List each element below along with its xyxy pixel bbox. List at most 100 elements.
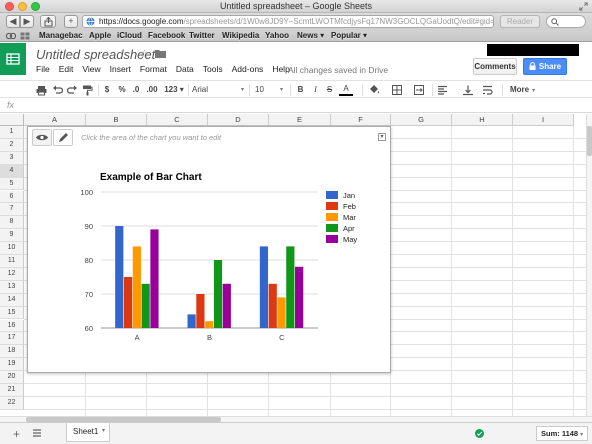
row-header[interactable]: 6 bbox=[0, 190, 24, 204]
undo-icon[interactable] bbox=[52, 84, 63, 96]
menu-tools[interactable]: Tools bbox=[203, 64, 223, 74]
font-family-dropdown[interactable]: Arial ▾ bbox=[192, 84, 244, 96]
redo-icon[interactable] bbox=[67, 84, 78, 96]
text-color-button[interactable]: A bbox=[339, 84, 353, 96]
font-size-dropdown[interactable]: 10 ▾ bbox=[255, 84, 283, 96]
row-header[interactable]: 8 bbox=[0, 216, 24, 230]
forward-button[interactable]: ▶ bbox=[20, 15, 34, 28]
row-header[interactable]: 14 bbox=[0, 293, 24, 307]
merge-cells-icon[interactable] bbox=[414, 84, 425, 96]
column-header[interactable]: F bbox=[331, 114, 391, 126]
column-header[interactable]: B bbox=[86, 114, 147, 126]
row-header[interactable]: 19 bbox=[0, 358, 24, 372]
select-all-corner[interactable] bbox=[0, 114, 24, 126]
fullscreen-icon[interactable] bbox=[579, 2, 588, 11]
vertical-scrollbar-thumb[interactable] bbox=[587, 126, 592, 156]
fill-color-icon[interactable] bbox=[368, 84, 380, 96]
formatting-toolbar: $ % .0 .00 123 ▾ Arial ▾ 10 ▾ B I S A More… bbox=[0, 80, 592, 98]
row-header[interactable]: 7 bbox=[0, 203, 24, 217]
row-header[interactable]: 20 bbox=[0, 371, 24, 384]
row-header[interactable]: 16 bbox=[0, 319, 24, 333]
currency-format-button[interactable]: $ bbox=[103, 84, 111, 96]
row-header[interactable]: 5 bbox=[0, 177, 24, 191]
share-button[interactable]: Share bbox=[523, 58, 567, 75]
bookmark-popular-folder[interactable]: Popular ▾ bbox=[331, 30, 367, 41]
menu-addons[interactable]: Add-ons bbox=[232, 64, 264, 74]
add-sheet-button[interactable]: + bbox=[13, 427, 20, 441]
document-title[interactable]: Untitled spreadsheet bbox=[36, 47, 155, 62]
address-bar[interactable]: https://docs.google.com/spreadsheets/d/1… bbox=[82, 15, 494, 28]
row-header[interactable]: 1 bbox=[0, 126, 24, 139]
embedded-chart[interactable]: Click the area of the chart you want to … bbox=[27, 126, 391, 373]
increase-decimal-button[interactable]: .00 bbox=[145, 84, 159, 96]
bookmark-news-folder[interactable]: News ▾ bbox=[297, 30, 324, 41]
row-header[interactable]: 22 bbox=[0, 396, 24, 410]
all-sheets-menu-icon[interactable] bbox=[32, 427, 42, 439]
row-header[interactable]: 11 bbox=[0, 255, 24, 268]
bookmark-icloud[interactable]: iCloud bbox=[117, 30, 142, 41]
row-header[interactable]: 2 bbox=[0, 138, 24, 152]
formula-bar[interactable]: fx bbox=[0, 99, 592, 113]
row-header[interactable]: 12 bbox=[0, 267, 24, 281]
sheet-tab-sheet1[interactable]: Sheet1 ▾ bbox=[66, 423, 110, 442]
menu-view[interactable]: View bbox=[82, 64, 100, 74]
menu-insert[interactable]: Insert bbox=[110, 64, 131, 74]
bookmark-managebac[interactable]: Managebac bbox=[39, 30, 83, 41]
bookmark-facebook[interactable]: Facebook bbox=[148, 30, 185, 41]
row-header[interactable]: 3 bbox=[0, 151, 24, 165]
bar-chart[interactable]: Example of Bar Chart 60 70 80 90 100 A B C Jan Feb… bbox=[28, 127, 392, 374]
column-header[interactable]: E bbox=[269, 114, 331, 126]
horizontal-align-icon[interactable] bbox=[437, 84, 449, 96]
menu-edit[interactable]: Edit bbox=[59, 64, 74, 74]
back-button[interactable]: ◀ bbox=[6, 15, 20, 28]
column-header[interactable]: C bbox=[147, 114, 208, 126]
share-page-button[interactable] bbox=[40, 15, 56, 28]
percent-format-button[interactable]: % bbox=[118, 84, 126, 96]
chevron-down-icon[interactable]: ▾ bbox=[102, 423, 105, 440]
sum-explore-dropdown[interactable]: Sum: 1148 ▾ bbox=[536, 426, 588, 441]
row-header[interactable]: 9 bbox=[0, 229, 24, 243]
column-header[interactable]: H bbox=[452, 114, 513, 126]
strikethrough-button[interactable]: S bbox=[325, 84, 334, 96]
decrease-decimal-button[interactable]: .0 bbox=[131, 84, 141, 96]
row-header[interactable]: 18 bbox=[0, 345, 24, 359]
legend-label-mar: Mar bbox=[343, 213, 356, 222]
print-icon[interactable] bbox=[36, 84, 47, 96]
number-format-dropdown[interactable]: 123 ▾ bbox=[162, 84, 186, 96]
vertical-align-icon[interactable] bbox=[462, 84, 474, 96]
row-header[interactable]: 17 bbox=[0, 332, 24, 346]
save-status[interactable]: All changes saved in Drive bbox=[288, 65, 388, 75]
row-header[interactable]: 4 bbox=[0, 164, 24, 178]
more-toolbar-button[interactable]: More ▾ bbox=[510, 84, 538, 96]
reader-button[interactable]: Reader bbox=[500, 15, 540, 28]
bookmark-twitter[interactable]: Twitter bbox=[189, 30, 215, 41]
italic-button[interactable]: I bbox=[311, 84, 320, 96]
menu-data[interactable]: Data bbox=[176, 64, 194, 74]
star-icon[interactable]: ☆ bbox=[139, 47, 150, 61]
browser-search-field[interactable] bbox=[546, 15, 586, 28]
bookmark-yahoo[interactable]: Yahoo bbox=[265, 30, 289, 41]
row-header[interactable]: 21 bbox=[0, 384, 24, 397]
bookmark-apple[interactable]: Apple bbox=[89, 30, 111, 41]
row-header[interactable]: 10 bbox=[0, 242, 24, 255]
bold-button[interactable]: B bbox=[296, 84, 305, 96]
bookmark-wikipedia[interactable]: Wikipedia bbox=[222, 30, 259, 41]
vertical-scrollbar[interactable] bbox=[586, 114, 592, 419]
paint-format-icon[interactable] bbox=[82, 84, 93, 96]
row-header[interactable]: 13 bbox=[0, 280, 24, 294]
wrap-text-icon[interactable] bbox=[482, 84, 494, 96]
row-header[interactable]: 15 bbox=[0, 306, 24, 320]
menu-format[interactable]: Format bbox=[140, 64, 167, 74]
column-header[interactable]: G bbox=[391, 114, 452, 126]
new-tab-button[interactable]: + bbox=[64, 15, 78, 28]
column-header[interactable]: I bbox=[513, 114, 574, 126]
menu-file[interactable]: File bbox=[36, 64, 50, 74]
top-sites-icon[interactable] bbox=[20, 32, 30, 40]
reading-list-icon[interactable] bbox=[6, 32, 16, 40]
column-header[interactable]: A bbox=[24, 114, 86, 126]
comments-button[interactable]: Comments bbox=[473, 58, 517, 75]
folder-icon[interactable] bbox=[155, 49, 166, 58]
sheets-logo[interactable] bbox=[0, 43, 26, 75]
column-header[interactable]: D bbox=[208, 114, 269, 126]
borders-icon[interactable] bbox=[392, 84, 403, 96]
